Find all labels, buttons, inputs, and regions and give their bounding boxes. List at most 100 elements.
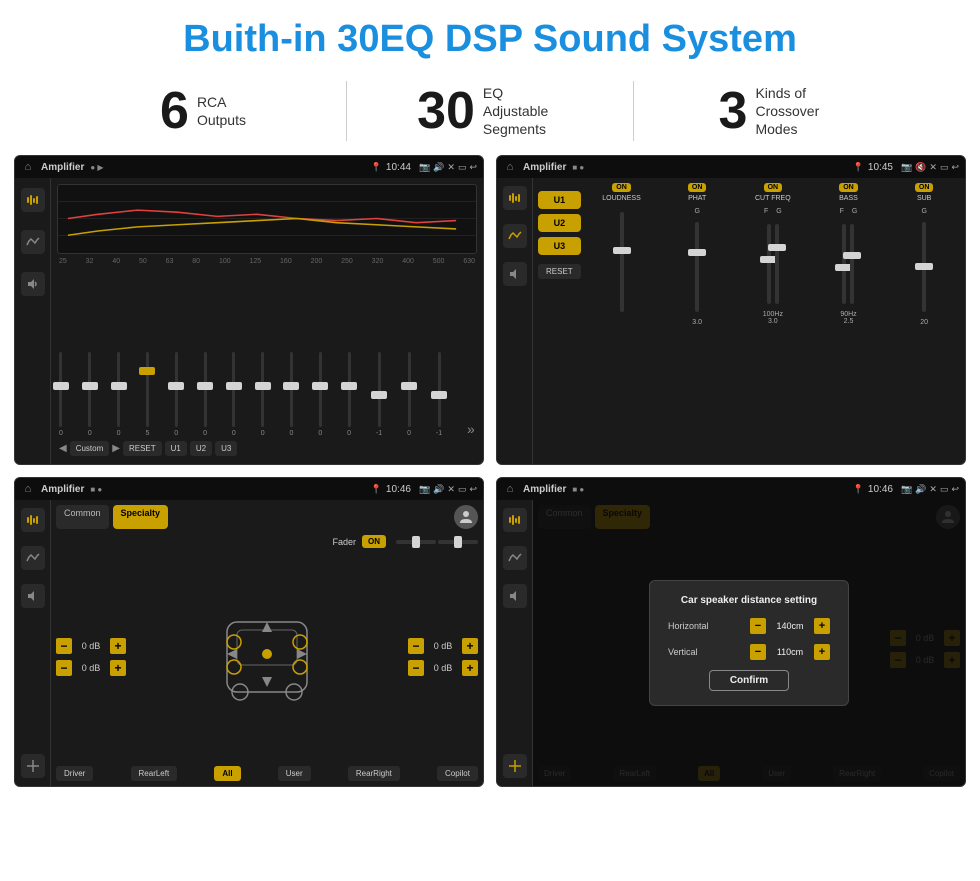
page-title: Buith-in 30EQ DSP Sound System xyxy=(0,0,980,71)
screen-crossover: ⌂ Amplifier ■ ● 📍 10:45 📷 🔇 ✕ ▭ ↩ xyxy=(496,155,966,465)
fader-avatar xyxy=(454,505,478,529)
fader-vol3-minus[interactable]: − xyxy=(408,638,424,654)
fader-back-icon: ↩ xyxy=(469,484,477,495)
eq-icon-speaker[interactable] xyxy=(21,272,45,296)
cross-loudness-on[interactable]: ON xyxy=(612,183,631,192)
dialog-status-dots: ■ ● xyxy=(572,485,584,494)
fader-on-toggle[interactable]: ON xyxy=(362,535,386,548)
cross-cutfreq-on[interactable]: ON xyxy=(764,183,783,192)
dialog-horizontal-minus[interactable]: − xyxy=(750,618,766,634)
eq-sidebar xyxy=(15,178,51,464)
eq-icon-tune[interactable] xyxy=(21,188,45,212)
cross-icon-tune[interactable] xyxy=(503,186,527,210)
eq-slider-11[interactable]: -1 xyxy=(376,352,382,437)
fader-all-btn[interactable]: All xyxy=(214,766,240,781)
eq-status-icons: 📷 🔊 ✕ ▭ ↩ xyxy=(419,162,477,173)
fader-copilot-btn[interactable]: Copilot xyxy=(437,766,478,781)
fader-sidebar xyxy=(15,500,51,786)
fader-x-icon: ✕ xyxy=(447,484,455,495)
fader-right-volumes: − 0 dB + − 0 dB + xyxy=(408,638,478,676)
eq-bottom-bar: ◀ Custom ▶ RESET U1 U2 U3 xyxy=(57,437,477,458)
dialog-icon-speaker[interactable] xyxy=(503,584,527,608)
fader-vol-row-3: − 0 dB + xyxy=(408,638,478,654)
eq-slider-12[interactable]: 0 xyxy=(407,352,411,437)
stat-crossover-label: Kinds ofCrossover Modes xyxy=(755,84,835,139)
eq-icon-wave[interactable] xyxy=(21,230,45,254)
dialog-horizontal-stepper: − 140cm + xyxy=(750,618,830,634)
eq-custom-btn[interactable]: Custom xyxy=(70,441,110,456)
eq-screen-title: Amplifier xyxy=(41,162,84,173)
eq-slider-4[interactable]: 0 xyxy=(174,352,178,437)
eq-slider-13[interactable]: -1 xyxy=(436,352,442,437)
fader-icon-arrows[interactable] xyxy=(21,754,45,778)
fader-vol-row-1: − 0 dB + xyxy=(56,638,126,654)
fader-vol-row-4: − 0 dB + xyxy=(408,660,478,676)
dialog-icon-tune[interactable] xyxy=(503,508,527,532)
fader-driver-btn[interactable]: Driver xyxy=(56,766,93,781)
cross-u3-btn[interactable]: U3 xyxy=(538,237,581,255)
fader-location-icon: 📍 xyxy=(371,484,382,495)
eq-reset-btn[interactable]: RESET xyxy=(123,441,162,456)
dialog-icon-arrows[interactable] xyxy=(503,754,527,778)
cross-bass-on[interactable]: ON xyxy=(839,183,858,192)
fader-icon-speaker[interactable] xyxy=(21,584,45,608)
cross-u1-btn[interactable]: U1 xyxy=(538,191,581,209)
dialog-vertical-value: 110cm xyxy=(771,647,809,657)
cross-body: U1 U2 U3 RESET ON LOUDNESS xyxy=(497,178,965,464)
cross-phat-on[interactable]: ON xyxy=(688,183,707,192)
fader-vol4-minus[interactable]: − xyxy=(408,660,424,676)
eq-prev-arrow[interactable]: ◀ xyxy=(59,443,67,454)
screen-dialog: ⌂ Amplifier ■ ● 📍 10:46 📷 🔊 ✕ ▭ ↩ xyxy=(496,477,966,787)
fader-tab-common[interactable]: Common xyxy=(56,505,109,529)
cross-icon-speaker[interactable] xyxy=(503,262,527,286)
fader-vol1-minus[interactable]: − xyxy=(56,638,72,654)
eq-slider-8[interactable]: 0 xyxy=(290,352,294,437)
dialog-body: Common Specialty xyxy=(497,500,965,786)
eq-slider-6[interactable]: 0 xyxy=(232,352,236,437)
dialog-vertical-stepper: − 110cm + xyxy=(750,644,830,660)
dialog-vertical-field: Vertical − 110cm + xyxy=(668,644,830,660)
dialog-x-icon: ✕ xyxy=(929,484,937,495)
fader-vol1-plus[interactable]: + xyxy=(110,638,126,654)
eq-slider-5[interactable]: 0 xyxy=(203,352,207,437)
dialog-box: Car speaker distance setting Horizontal … xyxy=(649,580,849,706)
fader-vol2-plus[interactable]: + xyxy=(110,660,126,676)
eq-slider-3[interactable]: 5 xyxy=(145,352,149,437)
fader-icon-wave[interactable] xyxy=(21,546,45,570)
cross-icon-wave[interactable] xyxy=(503,224,527,248)
fader-tab-specialty[interactable]: Specialty xyxy=(113,505,169,529)
fader-rearleft-btn[interactable]: RearLeft xyxy=(131,766,178,781)
eq-slider-2[interactable]: 0 xyxy=(117,352,121,437)
eq-u3-btn[interactable]: U3 xyxy=(215,441,237,456)
eq-slider-7[interactable]: 0 xyxy=(261,352,265,437)
fader-body: Common Specialty Fader ON xyxy=(15,500,483,786)
fader-vol3-plus[interactable]: + xyxy=(462,638,478,654)
eq-next-arrow[interactable]: ▶ xyxy=(112,443,120,454)
eq-rect-icon: ▭ xyxy=(458,162,467,173)
stat-crossover: 3 Kinds ofCrossover Modes xyxy=(634,84,920,139)
cross-reset-btn[interactable]: RESET xyxy=(538,264,581,279)
eq-slider-right-arrows[interactable]: » xyxy=(467,401,475,437)
cross-sub-on[interactable]: ON xyxy=(915,183,934,192)
fader-rearright-btn[interactable]: RearRight xyxy=(348,766,400,781)
eq-u2-btn[interactable]: U2 xyxy=(190,441,212,456)
dialog-icon-wave[interactable] xyxy=(503,546,527,570)
eq-slider-1[interactable]: 0 xyxy=(88,352,92,437)
dialog-vertical-plus[interactable]: + xyxy=(814,644,830,660)
dialog-screen-title: Amplifier xyxy=(523,484,566,495)
eq-sliders: 0 0 0 xyxy=(57,269,477,437)
eq-slider-10[interactable]: 0 xyxy=(347,352,351,437)
fader-vol-row-2: − 0 dB + xyxy=(56,660,126,676)
fader-vol4-plus[interactable]: + xyxy=(462,660,478,676)
cross-col-loudness: ON LOUDNESS xyxy=(586,183,658,459)
fader-vol2-minus[interactable]: − xyxy=(56,660,72,676)
eq-slider-0[interactable]: 0 xyxy=(59,352,63,437)
dialog-confirm-button[interactable]: Confirm xyxy=(709,670,789,691)
eq-slider-9[interactable]: 0 xyxy=(318,352,322,437)
dialog-horizontal-plus[interactable]: + xyxy=(814,618,830,634)
fader-user-btn[interactable]: User xyxy=(278,766,311,781)
cross-u2-btn[interactable]: U2 xyxy=(538,214,581,232)
dialog-vertical-minus[interactable]: − xyxy=(750,644,766,660)
eq-u1-btn[interactable]: U1 xyxy=(165,441,187,456)
fader-icon-tune[interactable] xyxy=(21,508,45,532)
